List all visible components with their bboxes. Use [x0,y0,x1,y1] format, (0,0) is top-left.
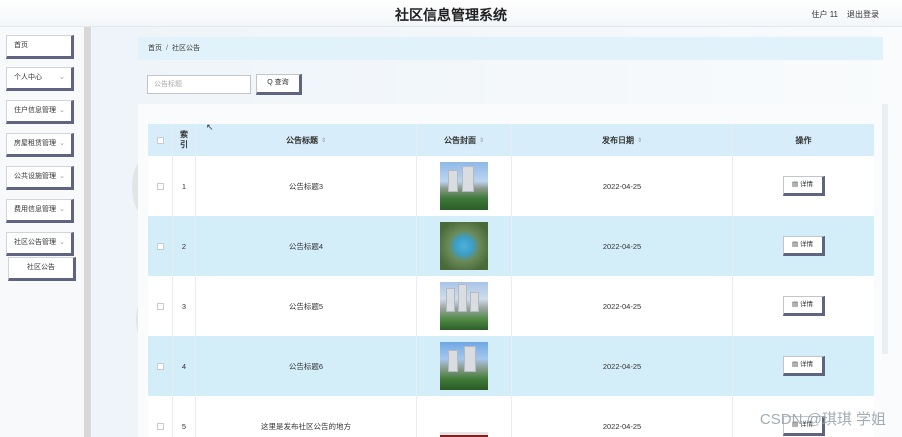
column-header-index: 索引 [172,124,196,156]
row-checkbox[interactable] [156,302,164,310]
sidebar-item-facilities[interactable]: 公共设施管理 ⌄ [6,166,74,190]
column-header-operation: 操作 [732,124,874,156]
mouse-cursor-icon: ↖ [206,122,214,132]
chevron-down-icon: ⌄ [59,206,65,213]
detail-button[interactable]: ▤ 详情 [782,176,825,196]
sort-icon: ⇕ [636,137,643,144]
sidebar-item-label: 首页 [14,42,28,49]
detail-button[interactable]: ▤ 详情 [782,296,825,316]
sidebar-item-notices[interactable]: 社区公告管理 ⌄ [6,232,74,256]
chevron-down-icon: ⌄ [59,239,65,246]
search-button[interactable]: Q 查询 [256,74,302,95]
cover-image [440,282,488,330]
breadcrumb-separator: / [166,45,168,52]
row-date: 2022-04-25 [602,241,642,251]
breadcrumb-current: 社区公告 [171,45,200,52]
sidebar: 首页 个人中心 ⌄ 住户信息管理 ⌄ 房屋租赁管理 ⌄ 公共设施管理 ⌄ 费用信… [0,27,91,437]
row-index: 5 [172,396,196,437]
sort-icon: ⇕ [478,137,485,144]
detail-button[interactable]: ▤ 详情 [782,356,825,376]
table-scrollbar[interactable] [882,104,888,354]
sidebar-item-label: 住户信息管理 [14,107,56,114]
row-title: 公告标题6 [288,361,324,371]
sidebar-scrollbar[interactable] [84,27,91,437]
detail-button[interactable]: ▤ 详情 [782,236,825,256]
select-all-checkbox[interactable] [156,136,164,144]
search-input[interactable]: 公告标题 [147,75,251,94]
sidebar-item-fees[interactable]: 费用信息管理 ⌄ [6,199,74,223]
row-index: 3 [172,276,196,336]
row-checkbox[interactable] [156,422,164,430]
chevron-down-icon: ⌄ [59,107,65,114]
chevron-down-icon: ⌄ [59,140,65,147]
breadcrumb: 首页 / 社区公告 [138,37,883,60]
cover-image [440,432,488,437]
app-title: 社区信息管理系统 [395,7,507,23]
table-row: 1 公告标题3 2022-04-25 ▤ 详情 [148,156,874,216]
notice-table: 索引 公告标题 ⇕ 公告封面 ⇕ 发布日期 ⇕ 操作 1 公告标题3 2022-04-… [148,124,874,437]
table-header-row: 索引 公告标题 ⇕ 公告封面 ⇕ 发布日期 ⇕ 操作 [148,124,874,156]
row-date: 2022-04-25 [602,421,642,431]
row-title: 公告标题5 [288,301,324,311]
column-header-title[interactable]: 公告标题 ⇕ [196,124,416,156]
table-row: 2 公告标题4 2022-04-25 ▤ 详情 [148,216,874,276]
top-bar: 社区信息管理系统 住户 11 退出登录 [0,0,902,27]
row-title: 公告标题4 [288,241,324,251]
column-header-cover[interactable]: 公告封面 ⇕ [416,124,512,156]
sidebar-item-label: 社区公告管理 [14,239,56,246]
row-title: 这里是发布社区公告的地方 [261,421,351,431]
chevron-down-icon: ⌄ [59,173,65,180]
cover-image [440,162,488,210]
chevron-down-icon: ⌄ [59,74,65,81]
row-date: 2022-04-25 [602,181,642,191]
logout-link[interactable]: 退出登录 [847,9,879,20]
sidebar-item-profile[interactable]: 个人中心 ⌄ [6,67,74,91]
sidebar-item-label: 公共设施管理 [14,173,56,180]
row-index: 1 [172,156,196,216]
sidebar-item-label: 费用信息管理 [14,206,56,213]
sidebar-item-label: 个人中心 [14,74,42,81]
row-checkbox[interactable] [156,182,164,190]
watermark: CSDN @琪琪 学姐 [759,411,886,428]
row-date: 2022-04-25 [602,301,642,311]
cover-image [440,222,488,270]
sidebar-item-rental[interactable]: 房屋租赁管理 ⌄ [6,133,74,157]
breadcrumb-home[interactable]: 首页 [148,45,162,52]
sidebar-item-residents[interactable]: 住户信息管理 ⌄ [6,100,74,124]
table-row: 4 公告标题6 2022-04-25 ▤ 详情 [148,336,874,396]
row-checkbox[interactable] [156,242,164,250]
sidebar-subitem-notices[interactable]: 社区公告 [8,257,76,281]
row-index: 2 [172,216,196,276]
row-checkbox[interactable] [156,362,164,370]
row-index: 4 [172,336,196,396]
sidebar-item-home[interactable]: 首页 [6,35,74,59]
row-title: 公告标题3 [288,181,324,191]
row-date: 2022-04-25 [602,361,642,371]
sidebar-item-label: 房屋租赁管理 [14,140,56,147]
column-header-date[interactable]: 发布日期 ⇕ [512,124,732,156]
cover-image [440,342,488,390]
current-user: 住户 11 [811,10,838,19]
table-row: 3 公告标题5 2022-04-25 ▤ 详情 [148,276,874,336]
sort-icon: ⇕ [320,137,327,144]
sidebar-subitem-label: 社区公告 [27,264,55,271]
